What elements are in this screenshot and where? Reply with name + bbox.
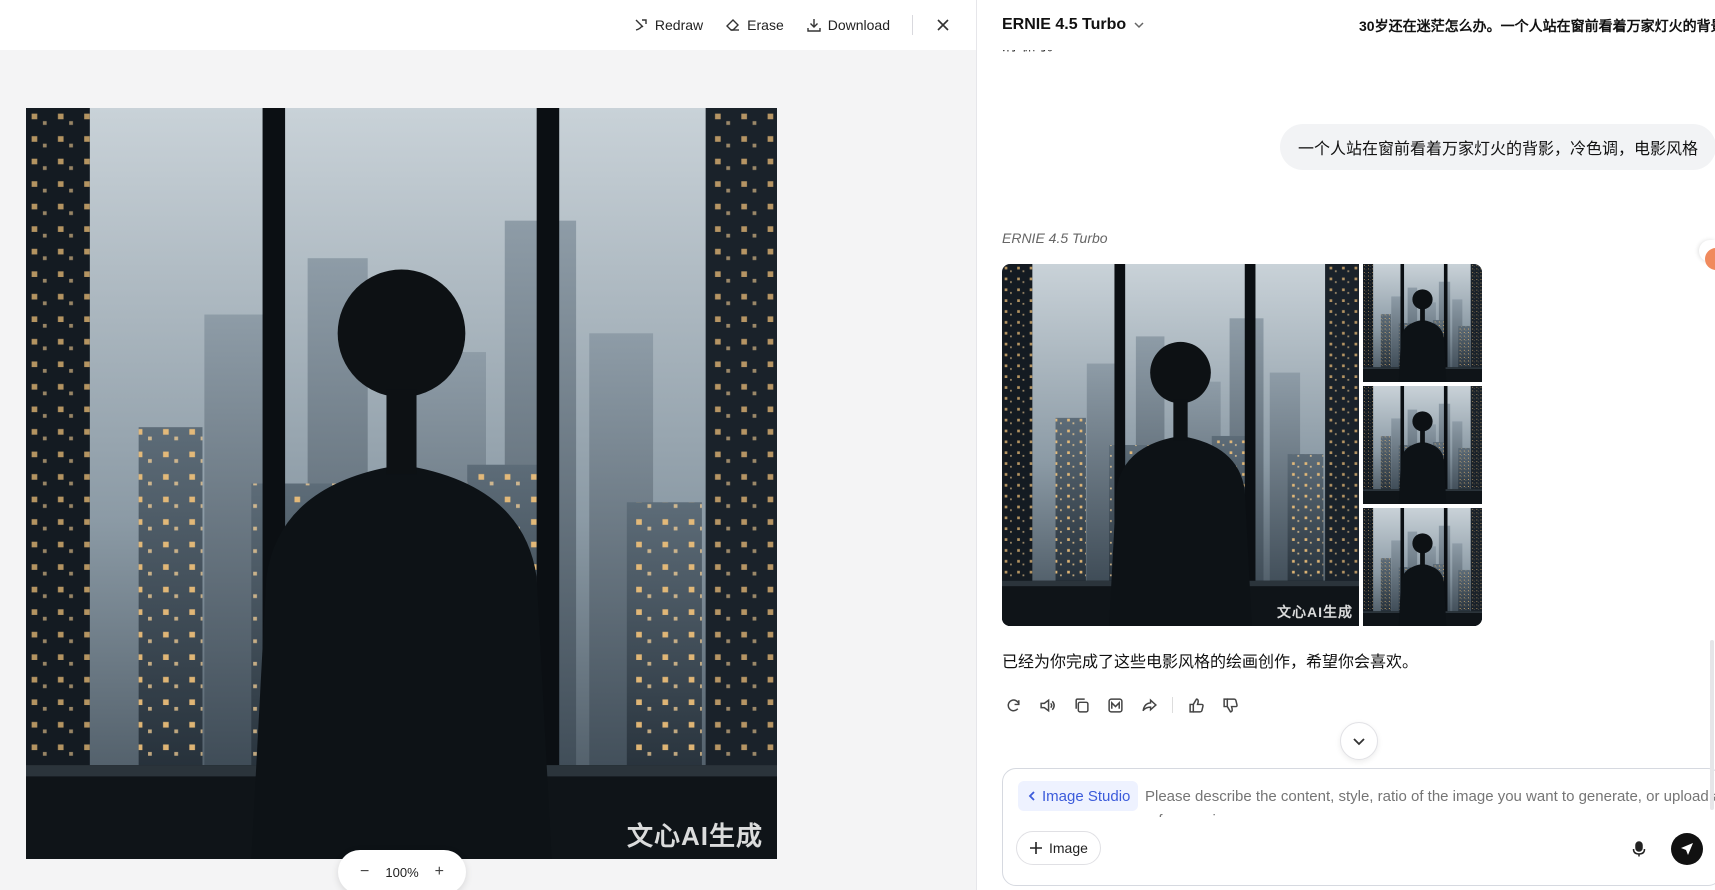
generated-image-thumb-2[interactable] (1363, 386, 1482, 504)
chat-scrollbar[interactable] (1710, 640, 1714, 810)
side-tab-badge[interactable] (1705, 248, 1715, 270)
eraser-icon (726, 19, 740, 31)
download-label: Download (827, 17, 890, 33)
generated-image-1 (1002, 264, 1359, 626)
close-icon (937, 19, 949, 31)
erase-button[interactable]: Erase (717, 9, 792, 41)
image-mode-button[interactable] (1104, 694, 1126, 716)
scroll-to-bottom-button[interactable] (1340, 722, 1378, 760)
image-studio-chip[interactable]: Image Studio (1018, 781, 1139, 811)
copy-icon (1074, 697, 1089, 713)
gallery-watermark: 文心AI生成 (1277, 604, 1353, 620)
chevron-down-icon (1353, 738, 1365, 746)
speaker-icon (1039, 698, 1055, 712)
download-button[interactable]: Download (798, 9, 898, 41)
preview-toolbar: Redraw Erase Download (0, 0, 976, 50)
chevron-down-icon (1134, 22, 1144, 29)
image-preview-panel: Redraw Erase Download 文心AI生成 − 100% + (0, 0, 977, 890)
reply-model-label: ERNIE 4.5 Turbo (1002, 230, 1108, 246)
generated-image-thumb-1[interactable] (1363, 264, 1482, 382)
generated-image-3 (1363, 386, 1482, 504)
generated-image-gallery: 文心AI生成 (1002, 264, 1482, 626)
chevron-left-icon (1028, 791, 1035, 801)
close-button[interactable] (927, 9, 959, 41)
plus-icon (1030, 842, 1042, 854)
generated-image-2 (1363, 264, 1482, 382)
regenerate-button[interactable] (1002, 694, 1024, 716)
image-mode-icon (1107, 697, 1123, 713)
share-icon (1141, 698, 1157, 711)
generated-image-thumb-3[interactable] (1363, 508, 1482, 626)
voice-input-button[interactable] (1627, 837, 1651, 861)
zoom-level: 100% (385, 864, 419, 880)
redraw-icon (635, 19, 647, 31)
share-button[interactable] (1138, 694, 1160, 716)
preview-image: 文心AI生成 (26, 108, 777, 859)
toolbar-divider (912, 15, 913, 35)
add-image-button[interactable]: Image (1016, 831, 1101, 865)
reply-text: 已经为你完成了这些电影风格的绘画创作，希望你会喜欢。 (1002, 654, 1419, 671)
download-icon (807, 19, 821, 32)
city-window-scene (26, 108, 777, 859)
user-message: 一个人站在窗前看着万家灯火的背影，冷色调，电影风格 (1280, 124, 1715, 170)
image-studio-label: Image Studio (1042, 787, 1131, 805)
send-icon (1681, 843, 1693, 855)
erase-label: Erase (747, 17, 784, 33)
read-aloud-button[interactable] (1036, 694, 1058, 716)
like-button[interactable] (1185, 694, 1207, 716)
microphone-icon (1632, 841, 1646, 857)
redraw-label: Redraw (654, 17, 704, 33)
copy-button[interactable] (1070, 694, 1092, 716)
add-image-label: Image (1049, 840, 1088, 856)
message-actions (1002, 694, 1253, 716)
zoom-out-button[interactable]: − (360, 863, 369, 881)
prompt-input[interactable] (1145, 785, 1715, 817)
thumbs-down-icon (1222, 697, 1238, 713)
chat-header: ERNIE 4.5 Turbo 30岁还在迷茫怎么办。一个人站在窗前看着万家灯火… (977, 0, 1715, 50)
conversation-title: 30岁还在迷茫怎么办。一个人站在窗前看着万家灯火的背景 (1359, 18, 1715, 34)
chat-panel: 清晰的。 ERNIE 4.5 Turbo 30岁还在迷茫怎么办。一个人站在窗前看… (977, 0, 1715, 890)
message-composer: Image Studio Image (1002, 768, 1715, 886)
redraw-button[interactable]: Redraw (625, 9, 711, 41)
zoom-control: − 100% + (338, 850, 466, 890)
generated-image-4 (1363, 508, 1482, 626)
ai-watermark: 文心AI生成 (626, 821, 763, 851)
actions-divider (1172, 697, 1173, 713)
send-button[interactable] (1671, 833, 1703, 865)
model-name: ERNIE 4.5 Turbo (1002, 16, 1127, 33)
regenerate-icon (1007, 698, 1020, 711)
dislike-button[interactable] (1219, 694, 1241, 716)
thumbs-up-icon (1188, 697, 1204, 713)
model-selector[interactable]: ERNIE 4.5 Turbo (1002, 16, 1146, 34)
generated-image-main[interactable]: 文心AI生成 (1002, 264, 1359, 626)
zoom-in-button[interactable]: + (435, 863, 444, 881)
